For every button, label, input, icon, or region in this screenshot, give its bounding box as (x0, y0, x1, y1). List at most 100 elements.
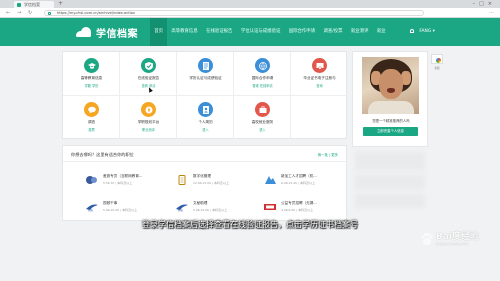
job-item[interactable]: AIR 文秘助理 5.0K-10.0K | 本科及以上 (175, 199, 265, 219)
company-logo (85, 175, 99, 185)
service-international[interactable]: 国际合作申请 香港 在线申请 (234, 52, 291, 96)
browser-tab[interactable]: 学信档案 (14, 1, 54, 8)
chevron-down-icon: ▾ (432, 29, 435, 34)
service-degree-certification[interactable]: 学历认证与成绩验证 (177, 52, 234, 96)
company-logo: AIR (85, 202, 99, 212)
float-service-button[interactable] (431, 54, 443, 64)
complete-profile-button[interactable]: 立即完善个人信息 (363, 127, 418, 136)
briefcase-icon (255, 102, 270, 117)
jobs-panel: 你想去哪吗？这里有适合你的职位 换一批 | 更多 差旅专员（互联网教育... 5… (62, 145, 348, 221)
service-higher-education[interactable]: 高等教育信息 学籍 学历 (63, 52, 120, 96)
tab-title: 学信档案 (24, 2, 40, 7)
service-links: 查询 (316, 83, 323, 88)
service-survey[interactable]: 调查 投票 (63, 96, 120, 140)
site-logo[interactable]: 学信档案 (76, 25, 138, 40)
resume-icon (198, 102, 213, 117)
service-title: 在线验证报告 (137, 76, 160, 80)
nav-item-survey[interactable]: 调查/投票 (319, 18, 346, 46)
document-icon (198, 58, 213, 73)
nav-item-home[interactable]: 首页 (150, 18, 168, 46)
jobs-more-link[interactable]: 换一批 | 更多 (318, 152, 338, 157)
baidu-watermark: Bai度经验 jingyan.baidu.com (420, 232, 492, 248)
service-title: 毕业证书电子注册与 (303, 76, 336, 80)
nav-item-degree-certification[interactable]: 学位认证与成绩验证 (237, 18, 285, 46)
job-meta: 12.0K-15.0K | 本科及以上 (193, 181, 229, 185)
service-certificate-registration[interactable]: 毕业证书电子注册与 查询 (291, 52, 348, 96)
services-grid: 高等教育信息 学籍 学历 在线验证报告 查看 申请 学历认证与成绩验证 国际合作… (62, 51, 348, 140)
job-title: 差旅专员（互联网教育... (103, 174, 143, 178)
svg-text:AIR: AIR (88, 209, 93, 213)
new-tab-button[interactable]: + (58, 0, 63, 8)
job-title: 新加工人才招聘（机... (281, 174, 317, 178)
back-button[interactable]: ← (6, 8, 10, 18)
company-logo (263, 202, 277, 212)
globe-icon (255, 58, 270, 73)
site-header: 学信档案 首页 高等教育信息 在线验证报告 学位认证与成绩验证 国际合作申请 调… (0, 18, 500, 46)
service-career-planning[interactable]: 学职规划平台 职业测评 (120, 96, 177, 140)
browser-menu-button[interactable]: ⋯ (489, 8, 494, 18)
tab-favicon-icon (17, 2, 21, 7)
nav-item-employment[interactable]: 就业 (373, 18, 390, 46)
url-text: https://my.chsi.com.cn/archive/index.act… (57, 11, 136, 15)
lock-icon (48, 11, 51, 15)
svg-text:AIR: AIR (178, 209, 183, 213)
nav-item-higher-education[interactable]: 高等教育信息 (167, 18, 202, 46)
main-nav: 首页 高等教育信息 在线验证报告 学位认证与成绩验证 国际合作申请 调查/投票 … (150, 18, 390, 46)
job-title: 文秘助理 (193, 201, 208, 205)
service-links: 职业测评 (142, 127, 155, 132)
blurred-ad (355, 175, 425, 189)
service-title: 国际合作申请 (251, 76, 274, 80)
user-name: FANG (419, 29, 432, 34)
service-links: 投票 (88, 127, 95, 132)
nav-item-career-test[interactable]: 就业测评 (347, 18, 373, 46)
bell-icon[interactable] (410, 28, 414, 33)
paw-logo-icon (421, 232, 433, 245)
chat-bubble-icon (84, 102, 99, 117)
window-controls[interactable]: –□× (473, 0, 496, 8)
job-meta: 5.0K-10.0K | 本科及以上 (193, 208, 228, 212)
service-links: 香港 在线申请 (252, 83, 273, 88)
company-logo (263, 175, 277, 185)
promo-text: 您是一个精准推荐的人吗 (372, 119, 410, 123)
job-meta: 5.5K-7K | 本科及以上 (103, 181, 133, 185)
service-title: 个人简历 (198, 120, 213, 124)
service-links: 进入 (202, 127, 209, 132)
user-menu[interactable]: FANG ▾ (410, 18, 435, 46)
compass-icon (141, 102, 156, 117)
chrome-icon (435, 57, 441, 63)
service-campus-employment[interactable]: 高校就业服务 进入 (234, 96, 291, 140)
divider (63, 161, 348, 162)
forward-button[interactable]: → (17, 8, 21, 18)
job-item[interactable]: AIR 视频干事 5.0K-10.0K | 本科及以上 (85, 199, 175, 219)
job-item[interactable]: 新加工人才招聘（机... 6.0K-12.0K | 本科及以上 (263, 172, 353, 192)
url-input[interactable]: https://my.chsi.com.cn/archive/index.act… (44, 10, 424, 16)
service-title: 学历认证与成绩验证 (189, 76, 222, 80)
job-item[interactable]: 数字化管理 12.0K-15.0K | 本科及以上 (175, 172, 265, 192)
job-title: 公益专员招聘（无锡... (281, 201, 317, 205)
company-logo (175, 175, 189, 185)
job-item[interactable]: 公益专员招聘（无锡... 4.0K-6.0K | 本科及以上 (263, 199, 353, 219)
service-title: 学职规划平台 (137, 120, 160, 124)
watermark-text: Bai度经验 (436, 232, 480, 242)
job-meta: 6.0K-12.0K | 本科及以上 (281, 181, 316, 185)
blurred-ad (355, 194, 425, 208)
promo-panel: 您是一个精准推荐的人吗 立即完善个人信息 (352, 51, 428, 147)
service-resume[interactable]: 个人简历 进入 (177, 96, 234, 140)
jobs-heading: 你想去哪吗？这里有适合你的职位 (71, 152, 134, 157)
cloud-logo-icon (76, 27, 92, 37)
job-title: 视频干事 (103, 201, 118, 205)
company-logo: AIR (175, 202, 189, 212)
promo-photo (362, 57, 419, 114)
video-caption: 登录学信档案后选择查看在线验证报告，点击学历证书档案号 (142, 220, 358, 229)
service-title: 高等教育信息 (80, 76, 103, 80)
nav-item-online-report[interactable]: 在线验证报告 (202, 18, 237, 46)
service-links: 学籍 学历 (84, 83, 99, 88)
nav-item-international[interactable]: 国际合作申请 (285, 18, 320, 46)
service-title: 调查 (87, 120, 96, 124)
job-title: 数字化管理 (193, 174, 211, 178)
reload-button[interactable]: ↻ (28, 8, 32, 18)
job-item[interactable]: 差旅专员（互联网教育... 5.5K-7K | 本科及以上 (85, 172, 175, 192)
service-links: 进入 (259, 127, 266, 132)
address-bar: ← → ↻ https://my.chsi.com.cn/archive/ind… (0, 8, 500, 18)
logo-text: 学信档案 (96, 28, 138, 40)
